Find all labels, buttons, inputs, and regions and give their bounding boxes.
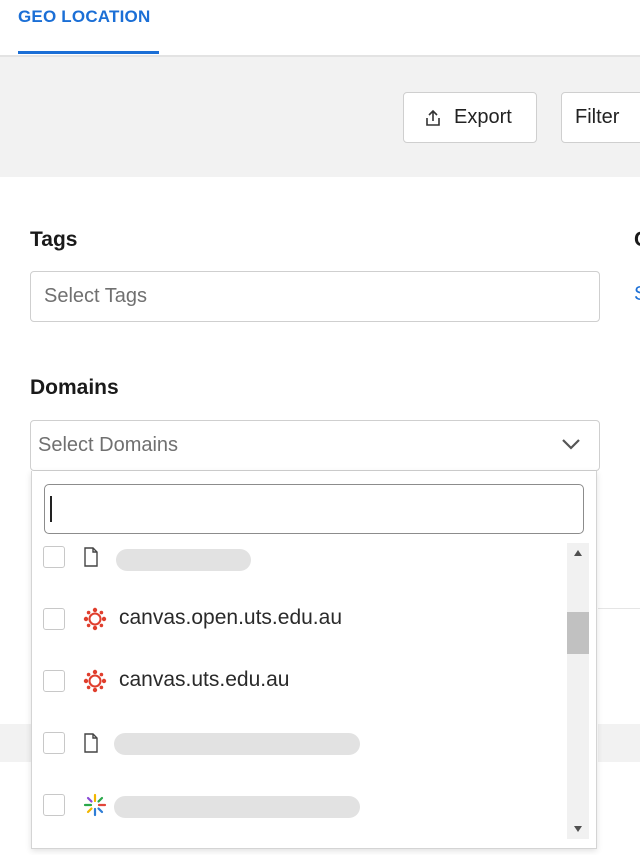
checkbox[interactable] [43, 732, 65, 754]
list-item[interactable]: canvas.open.uts.edu.au [32, 605, 567, 667]
canvas-icon [83, 607, 107, 631]
right-column-link[interactable]: S [634, 283, 640, 306]
checkbox[interactable] [43, 546, 65, 568]
scrollbar-thumb[interactable] [567, 612, 589, 654]
background-section [0, 724, 32, 762]
domains-placeholder: Select Domains [38, 434, 179, 456]
list-item-label: canvas.uts.edu.au [119, 668, 290, 691]
scroll-up-arrow-icon[interactable] [573, 549, 583, 557]
active-tab-indicator [18, 51, 159, 54]
tab-geo-location[interactable]: GEO LOCATION [18, 7, 150, 27]
background-divider [598, 540, 640, 609]
sparkle-icon [83, 793, 107, 817]
tags-select[interactable]: Select Tags [30, 271, 600, 322]
list-item[interactable] [32, 791, 567, 843]
export-button-label: Export [454, 106, 512, 128]
export-icon [426, 109, 440, 126]
domains-options-list: canvas.open.uts.edu.au canvas.uts.edu.au [32, 543, 567, 843]
domains-label: Domains [30, 376, 119, 399]
domains-search-input[interactable] [44, 484, 584, 534]
chevron-down-icon[interactable] [561, 437, 581, 451]
redacted-text [114, 796, 360, 818]
document-icon [84, 547, 98, 567]
redacted-text [116, 549, 251, 571]
background-section [598, 724, 640, 762]
dropdown-scrollbar[interactable] [567, 543, 589, 839]
domains-select[interactable]: Select Domains [30, 420, 600, 471]
tab-bar: GEO LOCATION [0, 0, 640, 57]
list-item[interactable]: canvas.uts.edu.au [32, 667, 567, 729]
list-item[interactable] [32, 729, 567, 791]
domains-dropdown: canvas.open.uts.edu.au canvas.uts.edu.au [31, 471, 597, 849]
list-item[interactable] [32, 543, 567, 605]
list-item-label: canvas.open.uts.edu.au [119, 606, 343, 629]
checkbox[interactable] [43, 670, 65, 692]
checkbox[interactable] [43, 608, 65, 630]
export-button[interactable]: Export [403, 92, 537, 143]
scroll-down-arrow-icon[interactable] [573, 825, 583, 833]
toolbar: Export Filter [0, 57, 640, 177]
tags-label: Tags [30, 228, 78, 251]
right-column-label: C [634, 228, 640, 252]
filter-button-label: Filter [575, 106, 620, 128]
text-cursor [50, 496, 52, 522]
canvas-icon [83, 669, 107, 693]
tags-placeholder: Select Tags [44, 285, 148, 307]
filter-button[interactable]: Filter [561, 92, 640, 143]
document-icon [84, 733, 98, 753]
redacted-text [114, 733, 360, 755]
checkbox[interactable] [43, 794, 65, 816]
